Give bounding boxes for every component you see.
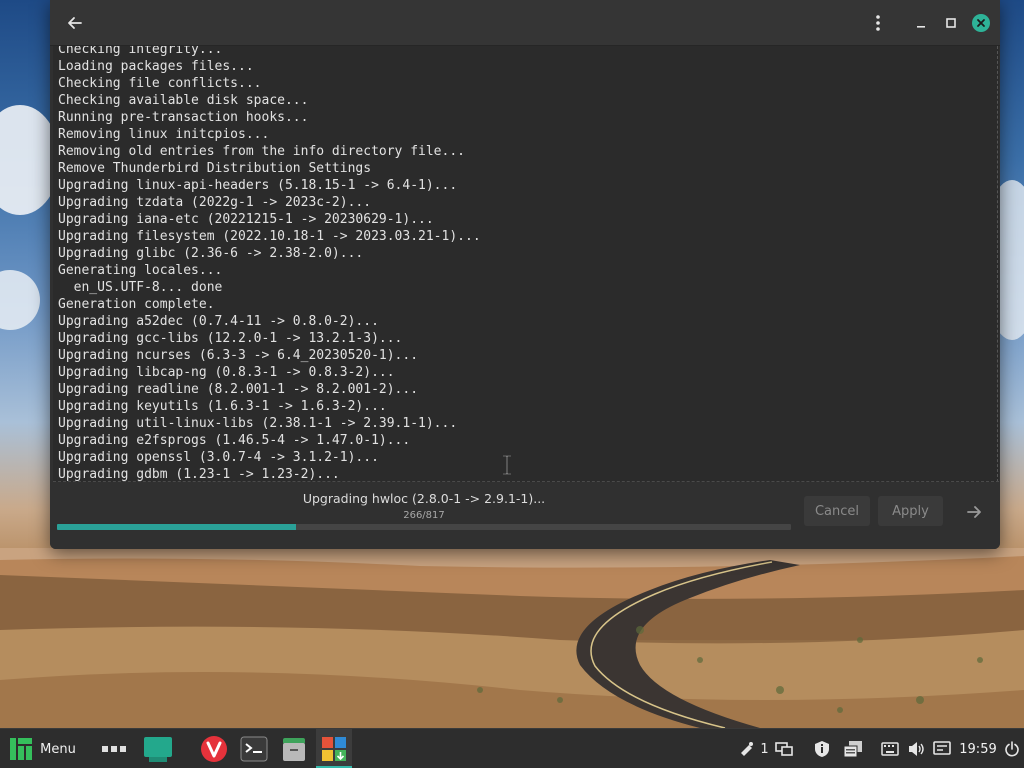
menu-label: Menu bbox=[40, 741, 76, 757]
update-notifier-icon[interactable] bbox=[930, 729, 954, 768]
log-line: Loading packages files... bbox=[58, 59, 254, 74]
clipboard-icon[interactable] bbox=[840, 729, 866, 768]
log-line: Checking file conflicts... bbox=[58, 76, 262, 91]
volume-icon[interactable] bbox=[904, 729, 928, 768]
forward-arrow-icon[interactable] bbox=[960, 500, 988, 524]
clock[interactable]: 19:59 bbox=[958, 729, 998, 768]
taskbar: Menu 1 19:59 bbox=[0, 728, 1024, 768]
file-manager-icon[interactable] bbox=[276, 729, 312, 768]
info-icon[interactable] bbox=[810, 729, 834, 768]
log-line: Checking available disk space... bbox=[58, 93, 309, 108]
close-icon[interactable] bbox=[967, 9, 995, 37]
bottom-action-bar: Upgrading hwloc (2.8.0-1 -> 2.9.1-1)... … bbox=[50, 482, 1000, 549]
status-text: Upgrading hwloc (2.8.0-1 -> 2.9.1-1)... bbox=[302, 491, 546, 506]
clock-time: 19:59 bbox=[959, 741, 997, 757]
log-line: Upgrading linux-api-headers (5.18.15-1 -… bbox=[58, 178, 458, 193]
log-line: Upgrading filesystem (2022.10.18-1 -> 20… bbox=[58, 229, 481, 244]
apply-button[interactable]: Apply bbox=[878, 496, 943, 526]
software-manager-taskbar-icon[interactable] bbox=[316, 729, 352, 768]
log-line: Upgrading a52dec (0.7.4-11 -> 0.8.0-2)..… bbox=[58, 314, 379, 329]
update-manager-window: Checking integrity... Loading packages fi… bbox=[50, 0, 1000, 549]
notification-count: 1 bbox=[760, 741, 769, 757]
window-titlebar bbox=[50, 0, 1000, 46]
manjaro-logo-icon bbox=[10, 738, 33, 760]
log-line: Removing linux initcpios... bbox=[58, 127, 270, 142]
progress-bar-fill bbox=[57, 524, 296, 530]
transaction-log[interactable]: Checking integrity... Loading packages fi… bbox=[53, 46, 999, 482]
log-line: Upgrading tzdata (2022g-1 -> 2023c-2)... bbox=[58, 195, 372, 210]
workspace-switcher-icon[interactable] bbox=[140, 729, 176, 768]
log-line: Upgrading openssl (3.0.7-4 -> 3.1.2-1)..… bbox=[58, 450, 379, 465]
log-scrollbar[interactable] bbox=[997, 46, 999, 481]
log-line: Checking integrity... bbox=[58, 46, 223, 57]
terminal-icon[interactable] bbox=[236, 729, 272, 768]
log-line: Upgrading e2fsprogs (1.46.5-4 -> 1.47.0-… bbox=[58, 433, 411, 448]
log-line: Upgrading util-linux-libs (2.38.1-1 -> 2… bbox=[58, 416, 458, 431]
minimize-icon[interactable] bbox=[907, 9, 935, 37]
power-icon[interactable] bbox=[1002, 729, 1022, 768]
ibeam-cursor-icon bbox=[500, 455, 514, 475]
display-icon[interactable] bbox=[772, 729, 796, 768]
log-line: Removing old entries from the info direc… bbox=[58, 144, 465, 159]
kebab-menu-icon[interactable] bbox=[864, 9, 892, 37]
close-button-circle[interactable] bbox=[972, 14, 990, 32]
maximize-icon[interactable] bbox=[937, 9, 965, 37]
log-line: Running pre-transaction hooks... bbox=[58, 110, 309, 125]
progress-bar bbox=[57, 524, 791, 530]
cancel-button[interactable]: Cancel bbox=[804, 496, 870, 526]
log-line: Upgrading keyutils (1.6.3-1 -> 1.6.3-2).… bbox=[58, 399, 387, 414]
log-line: Upgrading readline (8.2.001-1 -> 8.2.001… bbox=[58, 382, 419, 397]
log-line: Remove Thunderbird Distribution Settings bbox=[58, 161, 372, 176]
start-menu-button[interactable]: Menu bbox=[4, 729, 82, 768]
back-arrow-icon[interactable] bbox=[61, 9, 89, 37]
log-line: Upgrading gcc-libs (12.2.0-1 -> 13.2.1-3… bbox=[58, 331, 403, 346]
log-line: Upgrading glibc (2.36-6 -> 2.38-2.0)... bbox=[58, 246, 364, 261]
log-line: Upgrading libcap-ng (0.8.3-1 -> 0.8.3-2)… bbox=[58, 365, 395, 380]
notifications-icon[interactable]: 1 bbox=[736, 729, 772, 768]
log-line: Upgrading iana-etc (20221215-1 -> 202306… bbox=[58, 212, 434, 227]
log-line: Generation complete. bbox=[58, 297, 215, 312]
progress-count: 266/817 bbox=[403, 510, 445, 521]
log-line: Upgrading ncurses (6.3-3 -> 6.4_20230520… bbox=[58, 348, 419, 363]
log-line: Upgrading gdbm (1.23-1 -> 1.23-2)... bbox=[58, 467, 340, 482]
log-line: en_US.UTF-8... done bbox=[58, 280, 223, 295]
vivaldi-browser-icon[interactable] bbox=[196, 729, 232, 768]
keyboard-icon[interactable] bbox=[878, 729, 902, 768]
log-line: Generating locales... bbox=[58, 263, 223, 278]
show-apps-icon[interactable] bbox=[98, 729, 130, 768]
log-content: Checking integrity... Loading packages fi… bbox=[58, 46, 481, 482]
